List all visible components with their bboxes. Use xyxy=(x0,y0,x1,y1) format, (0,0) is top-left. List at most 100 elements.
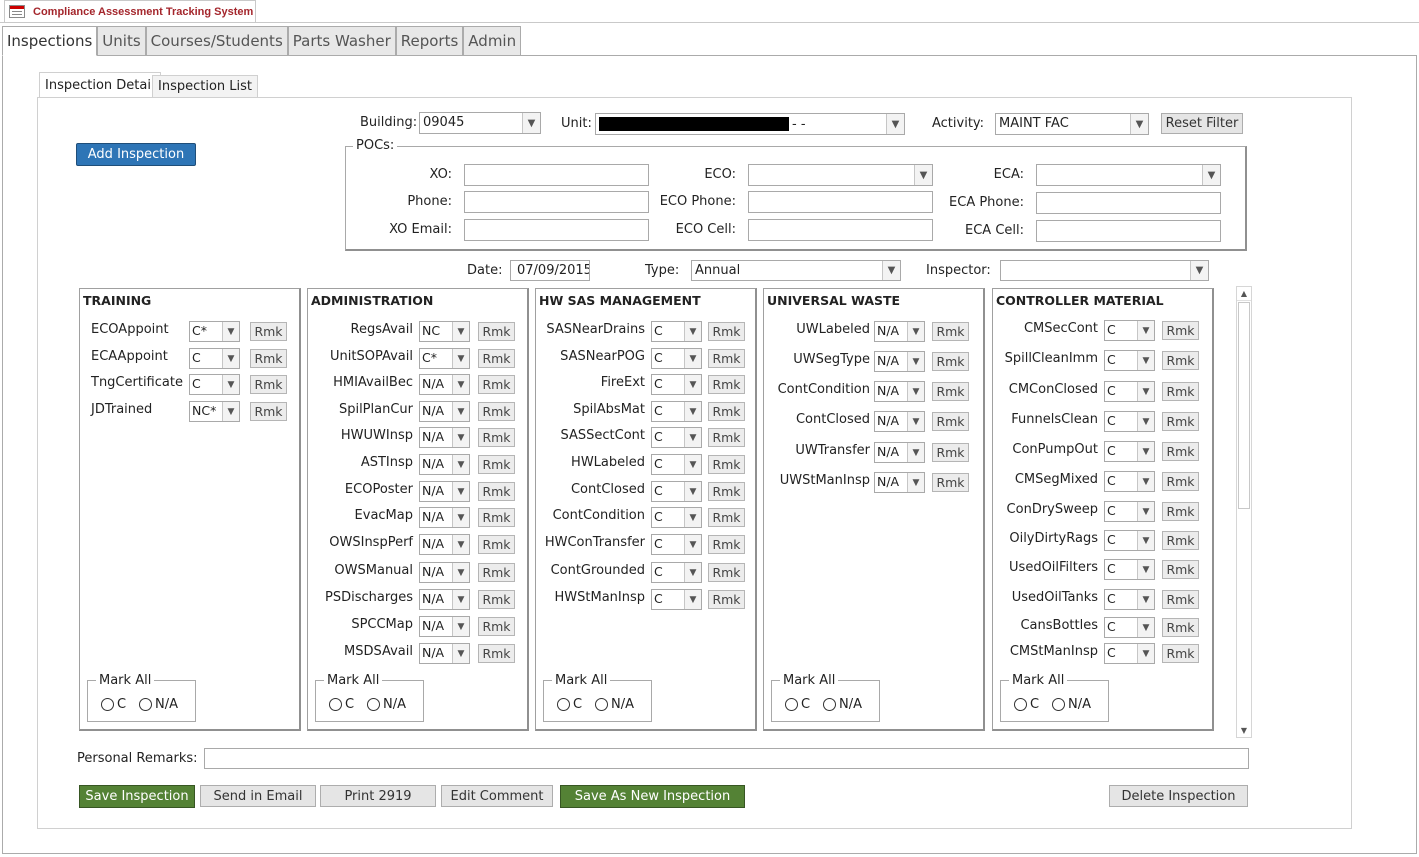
activity-combo[interactable]: MAINT FAC ▼ xyxy=(995,113,1149,135)
tab-reports[interactable]: Reports xyxy=(395,26,464,56)
remark-button[interactable]: Rmk xyxy=(478,508,515,527)
remark-button[interactable]: Rmk xyxy=(708,563,745,582)
remark-button[interactable]: Rmk xyxy=(932,443,969,462)
remark-button[interactable]: Rmk xyxy=(1162,472,1199,491)
chevron-down-icon[interactable]: ▼ xyxy=(1190,261,1208,280)
status-combo[interactable]: C ▼ xyxy=(651,481,702,502)
chevron-down-icon[interactable]: ▼ xyxy=(907,473,924,492)
subtab-inspection-detail[interactable]: Inspection Detail xyxy=(39,72,161,98)
remark-button[interactable]: Rmk xyxy=(932,382,969,401)
status-combo[interactable]: C* ▼ xyxy=(419,348,470,369)
eca-cell-field[interactable] xyxy=(1036,220,1221,242)
chevron-down-icon[interactable]: ▼ xyxy=(452,455,469,474)
xo-field[interactable] xyxy=(464,164,649,186)
delete-inspection-button[interactable]: Delete Inspection xyxy=(1109,785,1248,807)
remark-button[interactable]: Rmk xyxy=(478,644,515,663)
chevron-down-icon[interactable]: ▼ xyxy=(684,428,701,447)
remark-button[interactable]: Rmk xyxy=(932,322,969,341)
remark-button[interactable]: Rmk xyxy=(708,375,745,394)
remark-button[interactable]: Rmk xyxy=(250,375,287,394)
chevron-down-icon[interactable]: ▼ xyxy=(452,375,469,394)
tab-inspections[interactable]: Inspections xyxy=(2,26,98,56)
remark-button[interactable]: Rmk xyxy=(1162,560,1199,579)
chevron-down-icon[interactable]: ▼ xyxy=(222,349,239,368)
mark-all-na-radio[interactable]: N/A xyxy=(823,697,862,712)
mark-all-c-radio[interactable]: C xyxy=(101,697,126,712)
chevron-down-icon[interactable]: ▼ xyxy=(882,261,900,280)
status-combo[interactable]: C ▼ xyxy=(651,454,702,475)
status-combo[interactable]: C ▼ xyxy=(651,348,702,369)
chevron-down-icon[interactable]: ▼ xyxy=(1137,590,1154,609)
chevron-down-icon[interactable]: ▼ xyxy=(684,349,701,368)
eco-phone-field[interactable] xyxy=(748,191,933,213)
chevron-down-icon[interactable]: ▼ xyxy=(452,644,469,663)
chevron-down-icon[interactable]: ▼ xyxy=(1137,412,1154,431)
eca-combo[interactable]: ▼ xyxy=(1036,164,1221,186)
radio-circle-icon[interactable] xyxy=(557,698,570,711)
chevron-down-icon[interactable]: ▼ xyxy=(1137,531,1154,550)
chevron-down-icon[interactable]: ▼ xyxy=(1202,165,1220,185)
remark-button[interactable]: Rmk xyxy=(478,617,515,636)
mark-all-na-radio[interactable]: N/A xyxy=(139,697,178,712)
remark-button[interactable]: Rmk xyxy=(1162,412,1199,431)
chevron-down-icon[interactable]: ▼ xyxy=(684,563,701,582)
remark-button[interactable]: Rmk xyxy=(932,352,969,371)
scroll-down-icon[interactable]: ▼ xyxy=(1237,723,1251,737)
inspector-combo[interactable]: ▼ xyxy=(1000,260,1209,281)
remark-button[interactable]: Rmk xyxy=(708,428,745,447)
radio-circle-icon[interactable] xyxy=(101,698,114,711)
remark-button[interactable]: Rmk xyxy=(250,402,287,421)
chevron-down-icon[interactable]: ▼ xyxy=(522,113,540,133)
status-combo[interactable]: C ▼ xyxy=(189,374,240,395)
status-combo[interactable]: C ▼ xyxy=(651,427,702,448)
remark-button[interactable]: Rmk xyxy=(478,402,515,421)
chevron-down-icon[interactable]: ▼ xyxy=(684,375,701,394)
chevron-down-icon[interactable]: ▼ xyxy=(1137,560,1154,579)
save-inspection-button[interactable]: Save Inspection xyxy=(79,785,195,808)
remark-button[interactable]: Rmk xyxy=(478,482,515,501)
chevron-down-icon[interactable]: ▼ xyxy=(1137,502,1154,521)
eca-phone-field[interactable] xyxy=(1036,192,1221,214)
scroll-thumb[interactable] xyxy=(1238,302,1250,509)
remark-button[interactable]: Rmk xyxy=(478,322,515,341)
remark-button[interactable]: Rmk xyxy=(250,349,287,368)
status-combo[interactable]: N/A ▼ xyxy=(419,562,470,583)
status-combo[interactable]: C ▼ xyxy=(1104,350,1155,371)
chevron-down-icon[interactable]: ▼ xyxy=(452,508,469,527)
remark-button[interactable]: Rmk xyxy=(708,349,745,368)
subtab-inspection-list[interactable]: Inspection List xyxy=(152,75,259,98)
scroll-up-icon[interactable]: ▲ xyxy=(1237,287,1251,301)
chevron-down-icon[interactable]: ▼ xyxy=(1137,644,1154,663)
chevron-down-icon[interactable]: ▼ xyxy=(1137,351,1154,370)
status-combo[interactable]: C ▼ xyxy=(1104,530,1155,551)
mark-all-na-radio[interactable]: N/A xyxy=(595,697,634,712)
chevron-down-icon[interactable]: ▼ xyxy=(1137,442,1154,461)
chevron-down-icon[interactable]: ▼ xyxy=(1137,321,1154,340)
remark-button[interactable]: Rmk xyxy=(1162,502,1199,521)
status-combo[interactable]: C ▼ xyxy=(1104,441,1155,462)
remark-button[interactable]: Rmk xyxy=(478,535,515,554)
radio-circle-icon[interactable] xyxy=(367,698,380,711)
radio-circle-icon[interactable] xyxy=(139,698,152,711)
xo-phone-field[interactable] xyxy=(464,191,649,213)
mark-all-c-radio[interactable]: C xyxy=(785,697,810,712)
chevron-down-icon[interactable]: ▼ xyxy=(222,322,239,341)
send-email-button[interactable]: Send in Email xyxy=(200,785,316,807)
remark-button[interactable]: Rmk xyxy=(478,349,515,368)
remark-button[interactable]: Rmk xyxy=(478,375,515,394)
eco-cell-field[interactable] xyxy=(748,219,933,241)
status-combo[interactable]: C ▼ xyxy=(189,348,240,369)
personal-remarks-field[interactable] xyxy=(204,748,1249,769)
chevron-down-icon[interactable]: ▼ xyxy=(907,443,924,462)
status-combo[interactable]: N/A ▼ xyxy=(874,381,925,402)
status-combo[interactable]: C ▼ xyxy=(1104,589,1155,610)
remark-button[interactable]: Rmk xyxy=(1162,531,1199,550)
chevron-down-icon[interactable]: ▼ xyxy=(452,535,469,554)
chevron-down-icon[interactable]: ▼ xyxy=(222,375,239,394)
remark-button[interactable]: Rmk xyxy=(708,402,745,421)
radio-circle-icon[interactable] xyxy=(1052,698,1065,711)
remark-button[interactable]: Rmk xyxy=(708,482,745,501)
status-combo[interactable]: C ▼ xyxy=(651,321,702,342)
print-2919-button[interactable]: Print 2919 xyxy=(320,785,436,807)
remark-button[interactable]: Rmk xyxy=(932,473,969,492)
